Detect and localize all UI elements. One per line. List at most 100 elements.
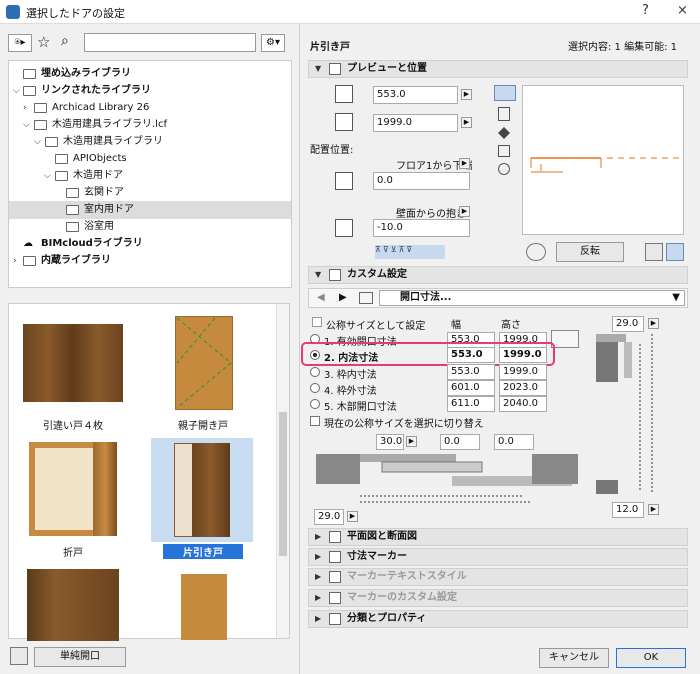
page-select[interactable]: 開口寸法... ▼ [379,290,685,306]
switch-label: 現在の公称サイズを選択に切り替え [324,419,484,430]
chevron-down-icon: ⌵ [13,86,20,96]
section-preview[interactable]: ▼ プレビューと位置 [308,60,688,78]
section-custom[interactable]: ▼ カスタム設定 [308,266,688,284]
app-logo-icon [6,5,20,19]
chevron-down-icon: ⌵ [34,137,41,147]
row-width-4[interactable]: 601.0 [447,380,495,396]
row-height-4[interactable]: 2023.0 [499,380,547,396]
dim-bottom-left[interactable]: 29.0 [314,509,344,525]
width-input[interactable]: 553.0 [373,86,458,104]
nominal-checkbox[interactable] [312,317,322,327]
tree-item-bathroom[interactable]: 浴室用 [9,218,291,236]
dimension-marker-icon [329,551,341,563]
prev-page-button[interactable]: ◀ [317,292,325,303]
dim-bottom-left-arrow[interactable]: ▶ [347,511,358,522]
mirror-left-icon[interactable] [645,243,663,261]
height-icon [335,113,353,131]
dim-bottom-right[interactable]: 12.0 [612,502,644,518]
mirror-right-icon[interactable] [666,243,684,261]
height-input[interactable]: 1999.0 [373,114,458,132]
row-width-5[interactable]: 611.0 [447,396,495,412]
elevation-diagram [596,334,653,494]
opening-icon[interactable] [10,647,28,665]
row-label-3: 3. 枠内寸法 [324,370,377,381]
tree-item-wood-fittings[interactable]: ⌵ 木造用建具ライブラリ [9,133,291,151]
section-marker-custom[interactable]: ▶ マーカーのカスタム設定 [308,589,688,607]
library-tree: 埋め込みライブラリ ⌵ リンクされたライブラリ › Archicad Library… [8,60,292,288]
preview-rotate-icon[interactable] [526,243,546,261]
row-1-dim-icon[interactable] [551,330,579,348]
radio-row-5[interactable] [310,399,320,409]
row-height-3[interactable]: 1999.0 [499,364,547,380]
elevation-icon [335,172,353,190]
tree-item-interior-doors[interactable]: 室内用ドア [9,201,291,219]
dim-b[interactable]: 0.0 [440,434,480,450]
thumbnail-swing-lines [176,317,232,409]
thumbnail-door-6[interactable] [181,574,227,640]
dim-a-arrow[interactable]: ▶ [406,436,417,447]
ok-button[interactable]: OK [616,648,686,668]
section-classification[interactable]: ▶ 分類とプロパティ [308,610,688,628]
title-bar: 選択したドアの設定 ? × [0,0,700,24]
tree-item-apiobjects[interactable]: APIObjects [9,150,291,168]
wall-input[interactable]: -10.0 [373,219,470,237]
row-height-5[interactable]: 2040.0 [499,396,547,412]
tree-item-entrance-doors[interactable]: 玄関ドア [9,184,291,202]
width-arrow-button[interactable]: ▶ [461,89,472,100]
favorites-icon[interactable]: ☆ [37,33,50,51]
selection-info: 選択内容: 1 編集可能: 1 [568,42,677,53]
tree-item-bimcloud[interactable]: ☁ BIMcloudライブラリ [9,235,291,253]
marker-text-icon [329,571,341,583]
switch-checkbox[interactable] [310,416,320,426]
library-filter-icon[interactable]: ⍟▸ [8,34,32,52]
close-button[interactable]: × [677,3,688,18]
section-plan-section[interactable]: ▶ 平面図と断面図 [308,528,688,546]
anchor-icons[interactable]: ⊼⊽⊻⊼⊽ [375,245,445,259]
tree-item-archicad-library[interactable]: › Archicad Library 26 [9,99,291,117]
dim-bottom-right-arrow[interactable]: ▶ [648,504,659,515]
row-width-3[interactable]: 553.0 [447,364,495,380]
plan-section-diagram [316,454,578,503]
simple-opening-button[interactable]: 単純開口 [34,647,126,667]
classification-icon [329,613,341,625]
thumbnail-corner-door[interactable] [27,569,119,641]
floor-ref-arrow[interactable]: ▶ [459,158,470,169]
floor-input[interactable]: 0.0 [373,172,470,190]
search-input[interactable] [84,33,256,52]
row-label-5: 5. 木部開口寸法 [324,402,397,413]
object-thumbnails: 引違い戸４枚 親子開き戸 折戸 片引き戸 [8,303,290,641]
custom-settings-icon [329,269,341,281]
dim-a[interactable]: 30.0 [376,434,404,450]
tree-item-lcf[interactable]: ⌵ 木造用建具ライブラリ.lcf [9,116,291,134]
chevron-right-icon: › [13,256,17,266]
height-arrow-button[interactable]: ▶ [461,117,472,128]
chevron-right-icon: › [23,103,27,113]
page-list-icon[interactable] [359,292,373,304]
wall-ref-label[interactable]: 壁面からの抱き [396,205,466,220]
settings-gear-icon[interactable]: ⚙▾ [261,34,285,52]
tree-item-wood-doors[interactable]: ⌵ 木造用ドア [9,167,291,185]
section-marker-text-style[interactable]: ▶ マーカーテキストスタイル [308,568,688,586]
section-dimension-marker[interactable]: ▶ 寸法マーカー [308,548,688,566]
flip-button[interactable]: 反転 [556,242,624,262]
radio-row-4[interactable] [310,383,320,393]
cancel-button[interactable]: キャンセル [539,648,609,668]
view-mode-icons[interactable] [492,85,518,177]
marker-custom-icon [329,592,341,604]
next-page-button[interactable]: ▶ [339,292,347,303]
tree-item-embedded[interactable]: 埋め込みライブラリ [9,65,291,83]
reveal-icon [335,219,353,237]
thumbnails-scrollbar[interactable] [276,304,289,638]
help-button[interactable]: ? [642,3,649,18]
window-title: 選択したドアの設定 [26,7,125,20]
search-icon[interactable]: ⌕ [61,33,69,49]
tree-item-linked[interactable]: ⌵ リンクされたライブラリ [9,82,291,100]
radio-row-3[interactable] [310,367,320,377]
dim-c[interactable]: 0.0 [494,434,534,450]
tree-item-builtin[interactable]: › 内蔵ライブラリ [9,252,291,270]
wall-ref-arrow[interactable]: ▶ [459,206,470,217]
thumbnail-caption: 引違い戸４枚 [43,421,103,432]
page-nav: ◀ ▶ 開口寸法... ▼ [308,288,688,308]
thumbnail-sliding-4[interactable] [23,324,123,402]
dim-top-right-arrow[interactable]: ▶ [648,318,659,329]
